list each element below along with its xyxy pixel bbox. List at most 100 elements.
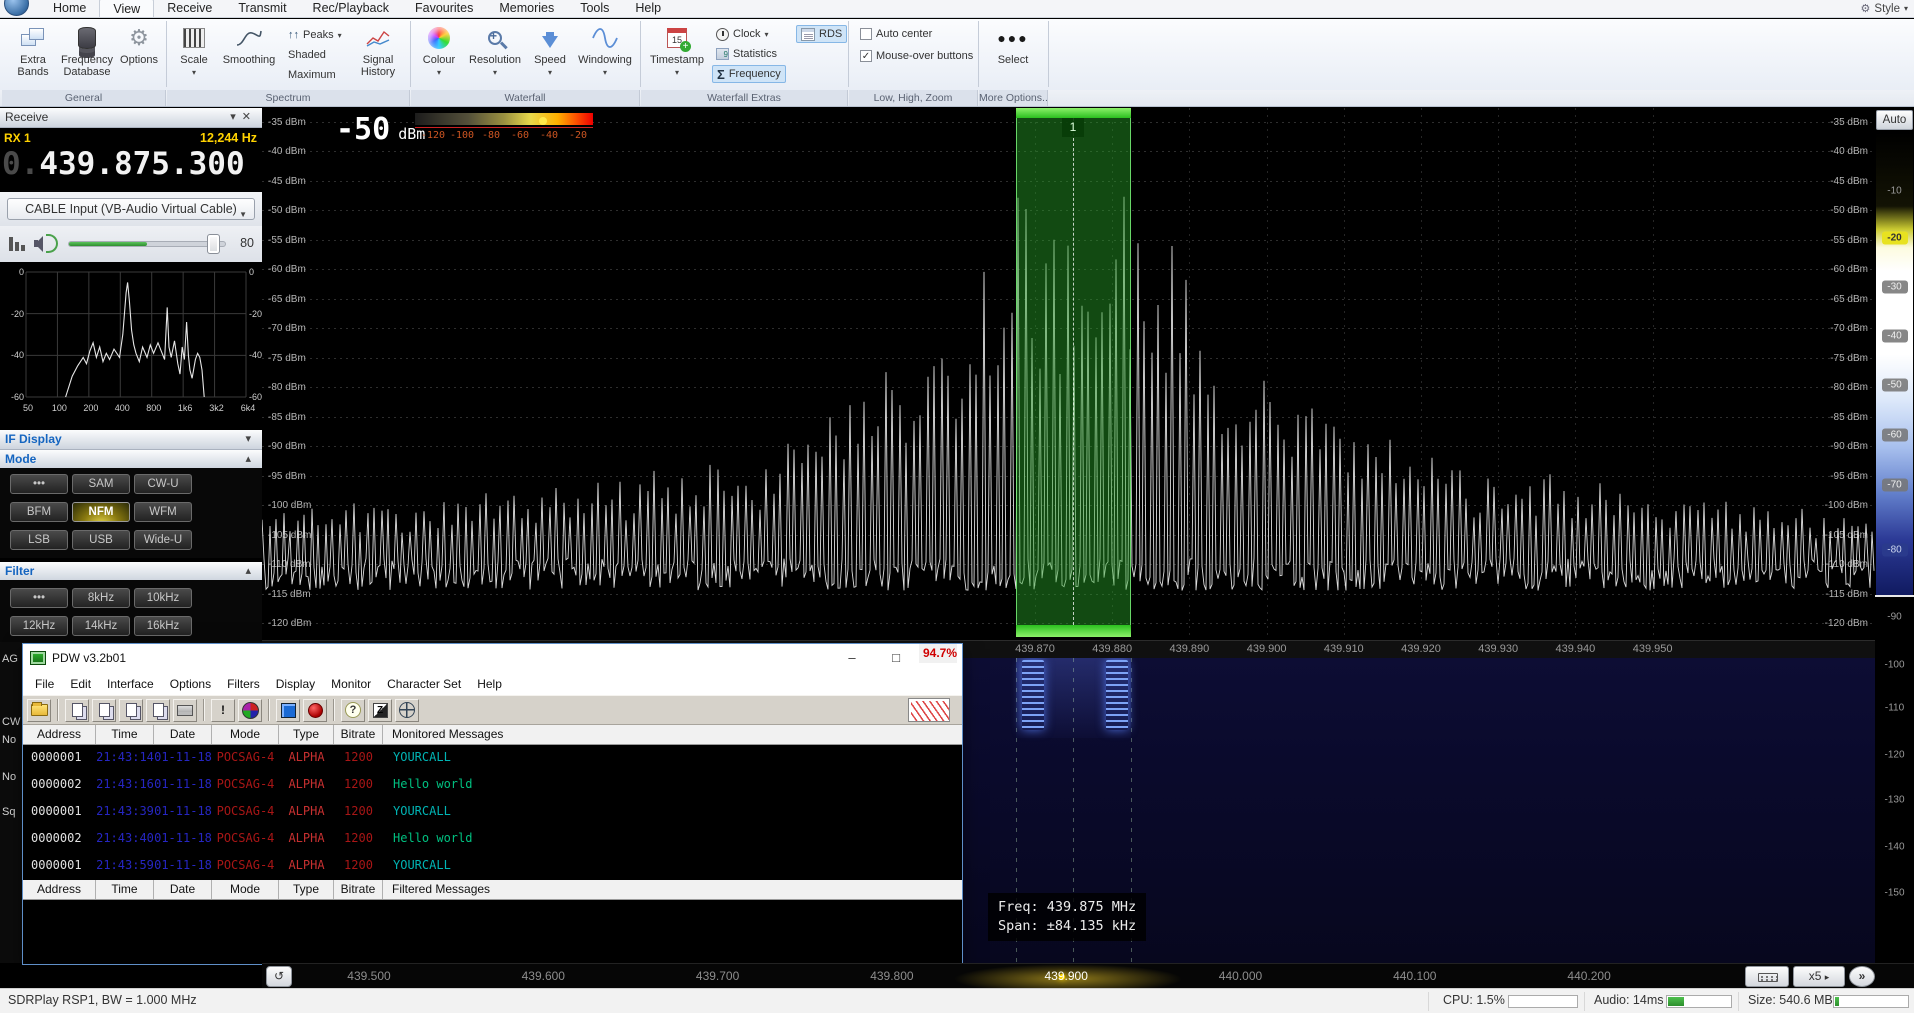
band-frequency-scale[interactable]: ↺ x5 ▸ » 439.500 439.600 439.700 439.800 439… (262, 963, 1914, 988)
equalizer-icon[interactable] (9, 237, 27, 251)
resolution-button[interactable]: Resolution▾ (464, 23, 526, 79)
pdw-column-mode[interactable]: Mode (212, 880, 279, 899)
signal-history-button[interactable]: Signal History (352, 23, 404, 78)
pdw-message-row[interactable]: 000000121:43:1401-11-18POCSAG-4ALPHA1200… (23, 745, 962, 772)
filter-button-8khz[interactable]: 8kHz (72, 588, 130, 608)
pdw-decoder-window[interactable]: PDW v3.2b01 – □ ✕ FileEditInterfaceOptio… (22, 643, 963, 965)
print-button[interactable] (173, 699, 197, 722)
filter-button-16khz[interactable]: 16kHz (134, 616, 192, 636)
tuning-selection-region[interactable]: 1 (1016, 108, 1131, 640)
pdw-menu-file[interactable]: File (27, 677, 62, 691)
mode-button-lsb[interactable]: LSB (10, 530, 68, 550)
if-display-header[interactable]: IF Display ▾ (0, 430, 262, 450)
filtered-messages-list[interactable] (23, 900, 962, 964)
maximize-button[interactable]: □ (874, 644, 918, 672)
colour-scale-label[interactable]: -30 (1875, 281, 1914, 294)
tab-rec-playback[interactable]: Rec/Playback (300, 0, 402, 17)
filter-button-12khz[interactable]: 12kHz (10, 616, 68, 636)
audio-device-select[interactable]: CABLE Input (VB-Audio Virtual Cable) ▼ (7, 198, 255, 220)
mode-button-sam[interactable]: SAM (72, 474, 130, 494)
filter-button-[interactable]: ••• (10, 588, 68, 608)
tab-memories[interactable]: Memories (486, 0, 567, 17)
mode-button-wideu[interactable]: Wide-U (134, 530, 192, 550)
alert-button[interactable]: ! (211, 699, 235, 722)
pdw-title-bar[interactable]: PDW v3.2b01 – □ ✕ (23, 644, 962, 672)
pdw-column-mode[interactable]: Mode (212, 725, 279, 744)
monitored-messages-list[interactable]: 000000121:43:1401-11-18POCSAG-4ALPHA1200… (23, 745, 962, 880)
band-scale-label[interactable]: 439.900 (1044, 969, 1087, 983)
record-button[interactable] (303, 699, 327, 722)
monitor-button[interactable] (276, 699, 300, 722)
options-button[interactable]: ⚙ Options (116, 23, 162, 66)
extra-bands-button[interactable]: Extra Bands (6, 23, 60, 78)
tab-transmit[interactable]: Transmit (225, 0, 299, 17)
palette-legend-bar[interactable] (415, 113, 593, 125)
colour-scale-label[interactable]: -60 (1875, 429, 1914, 442)
speaker-icon[interactable] (34, 236, 44, 252)
peaks-button[interactable]: ↑↑ Peaks▾ (284, 26, 346, 44)
tab-view[interactable]: View (99, 0, 154, 17)
volume-slider[interactable] (68, 241, 226, 247)
minimize-button[interactable]: – (830, 644, 874, 672)
tab-receive[interactable]: Receive (154, 0, 225, 17)
band-scale-label[interactable]: 439.800 (870, 969, 913, 983)
band-scale-label[interactable]: 440.100 (1393, 969, 1436, 983)
pdw-column-date[interactable]: Date (154, 880, 212, 899)
pdw-menu-display[interactable]: Display (268, 677, 323, 691)
band-scale-label[interactable]: 439.500 (347, 969, 390, 983)
pdw-column-address[interactable]: Address (23, 725, 96, 744)
mode-button-nfm[interactable]: NFM (72, 502, 130, 522)
pdw-column-time[interactable]: Time (96, 880, 154, 899)
pdw-menu-interface[interactable]: Interface (99, 677, 162, 691)
rx-marker-badge[interactable]: 1 (1062, 118, 1084, 137)
filter-header[interactable]: Filter ▴ (0, 562, 262, 582)
copy-button[interactable] (65, 699, 89, 722)
select-button[interactable]: ●●● Select (986, 23, 1040, 66)
colour-button[interactable]: Colour▾ (416, 23, 462, 79)
keyboard-entry-button[interactable] (1745, 966, 1789, 987)
band-scale-label[interactable]: 439.700 (696, 969, 739, 983)
colour-scale-label[interactable]: -20 (1875, 232, 1914, 245)
pdw-message-row[interactable]: 000000221:43:1601-11-18POCSAG-4ALPHA1200… (23, 772, 962, 799)
pdw-column-time[interactable]: Time (96, 725, 154, 744)
mode-header[interactable]: Mode ▴ (0, 450, 262, 470)
pdw-column-monitored-messages[interactable]: Monitored Messages (383, 725, 962, 744)
paste-button[interactable] (92, 699, 116, 722)
pdw-column-type[interactable]: Type (279, 725, 334, 744)
help-button[interactable]: ? (341, 699, 365, 722)
style-menu[interactable]: ⚙ Style ▾ (1861, 2, 1908, 15)
colour-scale-label[interactable]: -40 (1875, 330, 1914, 343)
filter-button-10khz[interactable]: 10kHz (134, 588, 192, 608)
pdw-menu-options[interactable]: Options (162, 677, 219, 691)
zoom-factor-button[interactable]: x5 ▸ (1793, 966, 1845, 987)
waterfall-colour-scale[interactable]: Auto -10-20-30-40-50-60-70-80-90-100-110… (1875, 108, 1914, 963)
mode-button-usb[interactable]: USB (72, 530, 130, 550)
pdw-menu-monitor[interactable]: Monitor (323, 677, 379, 691)
pdw-message-row[interactable]: 000000121:43:3901-11-18POCSAG-4ALPHA1200… (23, 799, 962, 826)
section-expand-icon[interactable]: ▴ (245, 453, 257, 465)
mode-button-cwu[interactable]: CW-U (134, 474, 192, 494)
scale-button[interactable]: Scale▾ (172, 23, 216, 79)
band-scale-label[interactable]: 439.600 (522, 969, 565, 983)
tab-home[interactable]: Home (40, 0, 99, 17)
spectrum-display[interactable]: -50 dBm -120-100-80-60-40-20 1 -35 dBm-3… (262, 108, 1875, 640)
mouse-over-buttons-checkbox[interactable]: ✓ Mouse-over buttons (856, 47, 977, 65)
auto-center-checkbox[interactable]: Auto center (856, 25, 936, 43)
panel-close-icon[interactable]: ✕ (242, 111, 257, 123)
fast-forward-button[interactable]: » (1849, 966, 1875, 987)
open-folder-button[interactable] (27, 699, 51, 722)
panel-collapse-icon[interactable]: ▾ (230, 111, 242, 123)
pdw-column-filtered-messages[interactable]: Filtered Messages (383, 880, 962, 899)
pdw-column-address[interactable]: Address (23, 880, 96, 899)
frequency-database-button[interactable]: Frequency Database (58, 23, 116, 78)
colour-scale-label[interactable]: -50 (1875, 379, 1914, 392)
speed-button[interactable]: Speed▾ (528, 23, 572, 79)
pdw-column-date[interactable]: Date (154, 725, 212, 744)
tab-help[interactable]: Help (622, 0, 674, 17)
auto-range-button[interactable]: Auto (1876, 110, 1913, 130)
recenter-button[interactable]: ↺ (266, 966, 292, 987)
pdw-message-row[interactable]: 000000121:43:5901-11-18POCSAG-4ALPHA1200… (23, 853, 962, 880)
shaded-button[interactable]: Shaded (284, 46, 330, 64)
selection-top-bar[interactable] (1016, 108, 1131, 118)
frequency-display[interactable]: RX 1 12,244 Hz 0.439.875.300 (0, 128, 262, 192)
